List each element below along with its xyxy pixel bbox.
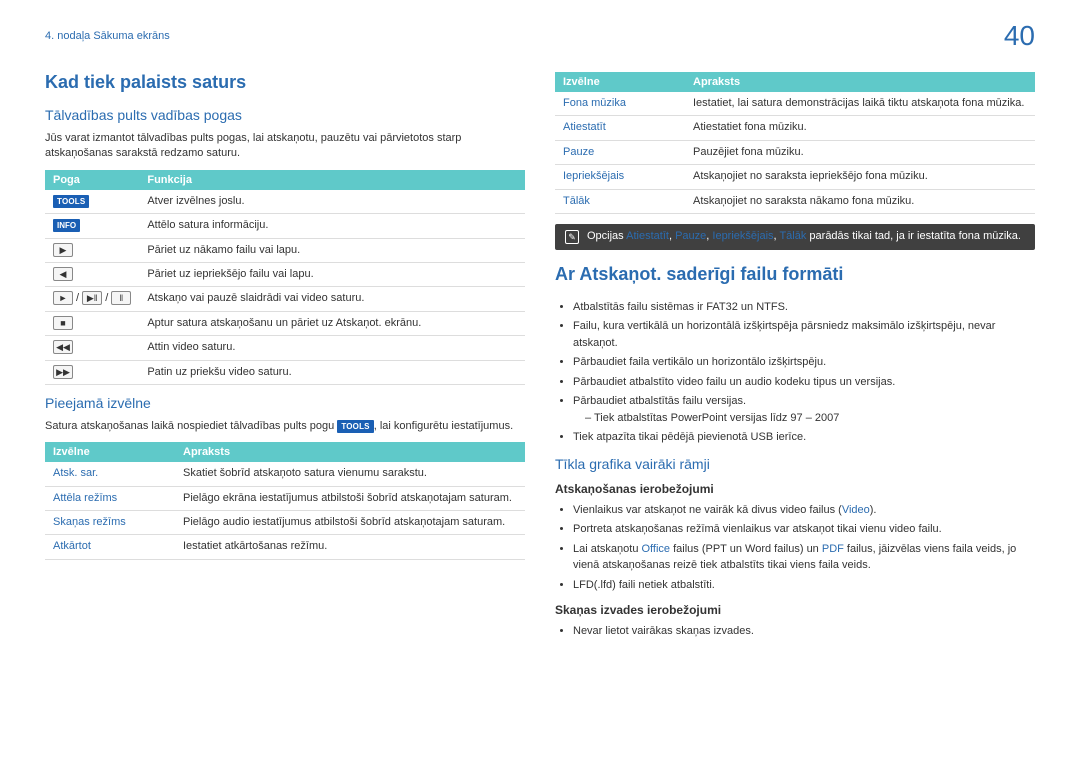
menu-name: Atkārtot [45,535,175,559]
right-column: Izvēlne Apraksts Fona mūzika Iestatiet, … [555,72,1035,643]
list-item: Portreta atskaņošanas režīmā vienlaikus … [573,521,1035,538]
menu-name: Attēla režīms [45,486,175,510]
menu-name: Iepriekšējais [555,165,685,189]
table-row: ▶ Pāriet uz nākamo failu vai lapu. [45,238,525,262]
table-row: Fona mūzika Iestatiet, lai satura demons… [555,92,1035,116]
th-desc: Apraksts [175,442,525,462]
cell-desc: Patin uz priekšu video saturu. [139,360,525,384]
th-button: Poga [45,170,139,190]
list-item: Pārbaudiet atbalstīto video failu un aud… [573,374,1035,391]
playback-limits-bullets: Vienlaikus var atskaņot ne vairāk kā div… [555,502,1035,594]
tools-badge-icon: TOOLS [53,195,89,208]
list-item: Nevar lietot vairākas skaņas izvades. [573,623,1035,640]
list-item: Tiek atpazīta tikai pēdējā pievienotā US… [573,429,1035,446]
menu-continuation-table: Izvēlne Apraksts Fona mūzika Iestatiet, … [555,72,1035,214]
th-function: Funkcija [139,170,525,190]
pause-icon: ‖ [111,291,131,305]
table-row: Atsk. sar. Skatiet šobrīd atskaņoto satu… [45,462,525,486]
table-row: Atkārtot Iestatiet atkārtošanas režīmu. [45,535,525,559]
minor-audio-limits: Skaņas izvades ierobežojumi [555,603,1035,617]
playpause-icon: ▶‖ [82,291,102,305]
page-number: 40 [1004,20,1035,52]
table-row: Tālāk Atskaņojiet no saraksta nākamo fon… [555,189,1035,213]
paragraph: Jūs varat izmantot tālvadības pults poga… [45,131,525,162]
subsection-available-menu: Pieejamā izvēlne [45,395,525,411]
cell-desc: Iestatiet atkārtošanas režīmu. [175,535,525,559]
paragraph: Satura atskaņošanas laikā nospiediet tāl… [45,419,525,434]
rewind-icon: ◀◀ [53,340,73,354]
table-row: Pauze Pauzējiet fona mūziku. [555,140,1035,164]
list-item: Pārbaudiet atbalstītās failu versijas. T… [573,393,1035,426]
menu-name: Skaņas režīms [45,511,175,535]
th-menu: Izvēlne [45,442,175,462]
table-row: Atiestatīt Atiestatiet fona mūziku. [555,116,1035,140]
subsection-remote-buttons: Tālvadības pults vadības pogas [45,107,525,123]
th-menu: Izvēlne [555,72,685,92]
audio-limits-bullets: Nevar lietot vairākas skaņas izvades. [555,623,1035,640]
table-row: ► / ▶‖ / ‖ Atskaņo vai pauzē slaidrādi v… [45,287,525,311]
menu-name: Atsk. sar. [45,462,175,486]
menu-name: Tālāk [555,189,685,213]
cell-desc: Iestatiet, lai satura demonstrācijas lai… [685,92,1035,116]
remote-buttons-table: Poga Funkcija TOOLS Atver izvēlnes joslu… [45,170,525,385]
cell-desc: Atiestatiet fona mūziku. [685,116,1035,140]
next-icon: ▶ [53,243,73,257]
list-item: Pārbaudiet faila vertikālo un horizontāl… [573,354,1035,371]
menu-name: Atiestatīt [555,116,685,140]
cell-desc: Pielāgo ekrāna iestatījumus atbilstoši š… [175,486,525,510]
list-item: Failu, kura vertikālā un horizontālā izš… [573,318,1035,351]
cell-desc: Attin video saturu. [139,336,525,360]
available-menu-table: Izvēlne Apraksts Atsk. sar. Skatiet šobr… [45,442,525,560]
info-badge-icon: INFO [53,219,80,232]
subsection-network: Tīkla grafika vairāki rāmji [555,456,1035,472]
table-row: TOOLS Atver izvēlnes joslu. [45,190,525,214]
cell-desc: Attēlo satura informāciju. [139,214,525,238]
list-item: Lai atskaņotu Office failus (PPT un Word… [573,541,1035,574]
cell-desc: Atskaņojiet no saraksta iepriekšējo fona… [685,165,1035,189]
table-row: ◀ Pāriet uz iepriekšējo failu vai lapu. [45,262,525,286]
table-row: ▶▶ Patin uz priekšu video saturu. [45,360,525,384]
table-row: ■ Aptur satura atskaņošanu un pāriet uz … [45,311,525,335]
table-row: Attēla režīms Pielāgo ekrāna iestatījumu… [45,486,525,510]
table-row: INFO Attēlo satura informāciju. [45,214,525,238]
list-item: Vienlaikus var atskaņot ne vairāk kā div… [573,502,1035,519]
th-desc: Apraksts [685,72,1035,92]
left-column: Kad tiek palaists saturs Tālvadības pult… [45,72,525,643]
forward-icon: ▶▶ [53,365,73,379]
cell-desc: Atver izvēlnes joslu. [139,190,525,214]
cell-desc: Atskaņo vai pauzē slaidrādi vai video sa… [139,287,525,311]
table-row: Skaņas režīms Pielāgo audio iestatījumus… [45,511,525,535]
note-icon: ✎ [565,230,579,244]
stop-icon: ■ [53,316,73,330]
menu-name: Fona mūzika [555,92,685,116]
menu-name: Pauze [555,140,685,164]
sub-list-item: Tiek atbalstītas PowerPoint versijas līd… [585,410,1035,427]
cell-desc: Pāriet uz nākamo failu vai lapu. [139,238,525,262]
cell-desc: Atskaņojiet no saraksta nākamo fona mūzi… [685,189,1035,213]
cell-desc: Aptur satura atskaņošanu un pāriet uz At… [139,311,525,335]
tools-badge-icon: TOOLS [337,420,373,433]
cell-desc: Pauzējiet fona mūziku. [685,140,1035,164]
breadcrumb: 4. nodaļa Sākuma ekrāns [45,30,1035,42]
minor-playback-limits: Atskaņošanas ierobežojumi [555,482,1035,496]
section-title: Kad tiek palaists saturs [45,72,525,93]
prev-icon: ◀ [53,267,73,281]
cell-desc: Skatiet šobrīd atskaņoto satura vienumu … [175,462,525,486]
table-row: ◀◀ Attin video saturu. [45,336,525,360]
section-title-formats: Ar Atskaņot. saderīgi failu formāti [555,264,1035,285]
cell-desc: Pielāgo audio iestatījumus atbilstoši šo… [175,511,525,535]
note-text: Opcijas Atiestatīt, Pauze, Iepriekšējais… [587,230,1021,242]
list-item: LFD(.lfd) faili netiek atbalstīti. [573,577,1035,594]
cell-desc: Pāriet uz iepriekšējo failu vai lapu. [139,262,525,286]
formats-bullets: Atbalstītās failu sistēmas ir FAT32 un N… [555,299,1035,446]
table-row: Iepriekšējais Atskaņojiet no saraksta ie… [555,165,1035,189]
note-box: ✎ Opcijas Atiestatīt, Pauze, Iepriekšēja… [555,224,1035,250]
play-icon: ► [53,291,73,305]
list-item: Atbalstītās failu sistēmas ir FAT32 un N… [573,299,1035,316]
